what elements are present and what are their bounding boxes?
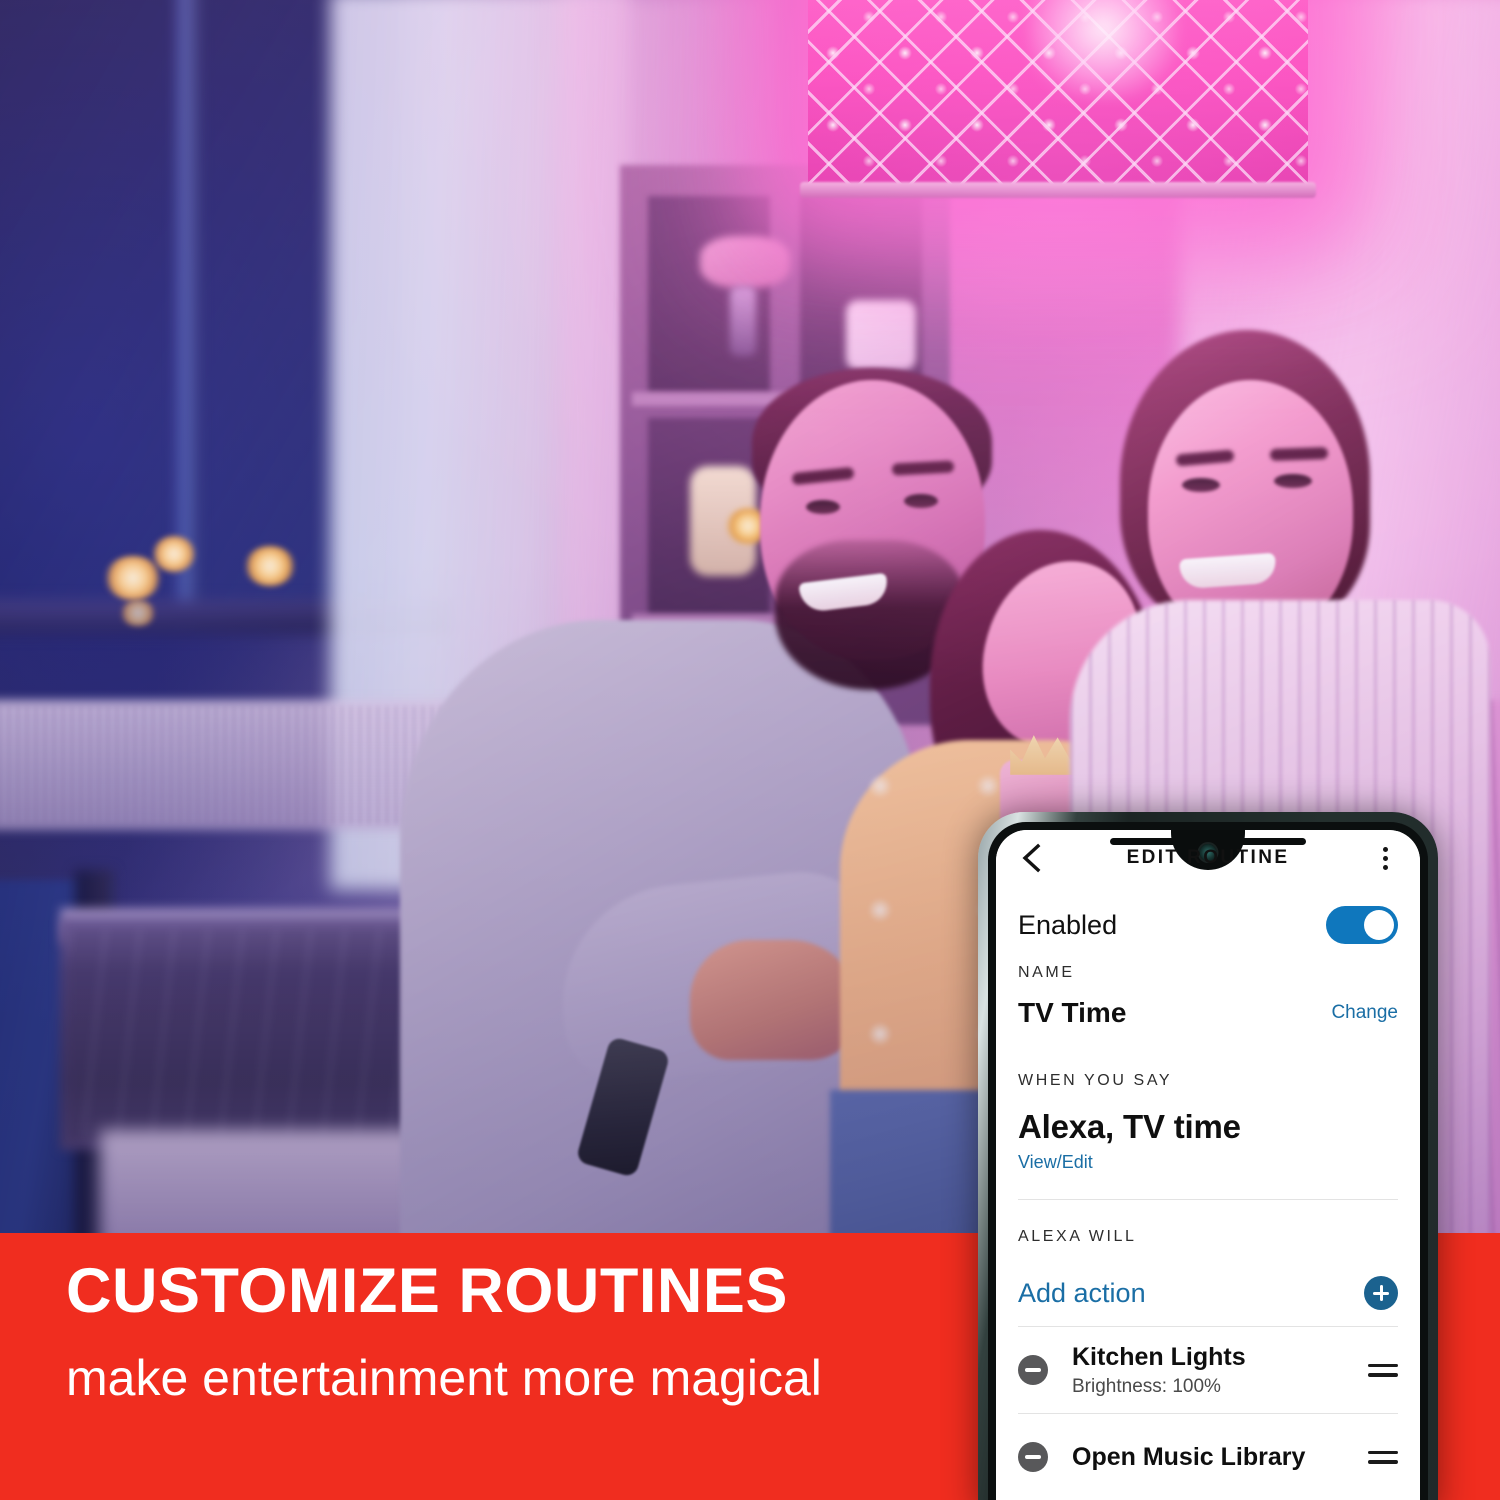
smartphone-mockup: EDIT ROUTINE Enabled NAME TV Time Change [978,812,1438,1500]
routine-name-value: TV Time [1018,997,1127,1028]
shelf-object [700,236,790,288]
enabled-toggle[interactable] [1326,906,1398,944]
promo-headline: CUSTOMIZE ROUTINES [66,1256,788,1326]
window-mullion [175,0,201,620]
actions-section-header: ALEXA WILL [1018,1228,1137,1245]
enabled-label: Enabled [1018,909,1118,940]
name-section-header: NAME [1018,964,1075,981]
kebab-dot [1382,846,1388,852]
drag-handle-icon[interactable] [1368,1363,1398,1377]
action-row[interactable]: Kitchen Lights Brightness: 100% [996,1327,1420,1413]
action-title: Open Music Library [1072,1442,1306,1471]
chandelier-rim [800,182,1316,198]
add-action-row[interactable]: Add action [996,1260,1420,1326]
grip-line [1368,1450,1398,1454]
minus-circle-icon[interactable] [1018,1355,1048,1385]
shelf-object [730,286,756,356]
action-row[interactable]: Open Music Library [996,1414,1420,1500]
action-subtitle: Brightness: 100% [1072,1375,1221,1397]
enabled-row[interactable]: Enabled [996,886,1420,964]
radiator-fins [0,706,460,824]
kebab-dot [1382,855,1388,861]
shelf-object [846,300,916,370]
grip-line [1368,1373,1398,1377]
chandelier-shade [808,0,1308,196]
candle-flame [120,600,156,626]
candle-flame [152,536,196,572]
man-hand [690,940,860,1060]
name-row[interactable]: TV Time Change [996,982,1420,1044]
man-eye [904,494,938,508]
action-title: Kitchen Lights [1072,1342,1246,1371]
promo-banner-text: CUSTOMIZE ROUTINES make entertainment mo… [66,1259,966,1407]
chandelier-hotspot [1028,0,1178,99]
action-text: Open Music Library [1072,1443,1368,1472]
chevron-left-icon[interactable] [1016,843,1046,873]
candle-flame [244,546,296,586]
man-eye [806,500,840,514]
trigger-phrase: Alexa, TV time [1018,1108,1241,1145]
woman-eyebrow [1269,446,1329,462]
promo-subline: make entertainment more magical [66,1350,822,1407]
page-title: EDIT ROUTINE [1126,847,1290,868]
phone-screen: EDIT ROUTINE Enabled NAME TV Time Change [996,830,1420,1500]
minus-circle-icon[interactable] [1018,1442,1048,1472]
kebab-dot [1382,864,1388,870]
trigger-section-header: WHEN YOU SAY [1018,1072,1173,1089]
divider [1018,1199,1398,1200]
kebab-menu-icon[interactable] [1370,843,1400,873]
change-name-link[interactable]: Change [1331,1002,1398,1024]
action-text: Kitchen Lights Brightness: 100% [1072,1343,1368,1398]
grip-line [1368,1460,1398,1464]
toggle-knob [1364,910,1394,940]
crystal-chandelier [800,0,1316,198]
add-action-label: Add action [1018,1277,1146,1308]
promo-image: CUSTOMIZE ROUTINES make entertainment mo… [0,0,1500,1500]
app-bar: EDIT ROUTINE [996,830,1420,886]
drag-handle-icon[interactable] [1368,1450,1398,1464]
woman-eye [1274,474,1312,488]
candle-flame [104,556,162,600]
view-edit-link[interactable]: View/Edit [1018,1152,1398,1173]
plus-circle-icon[interactable] [1364,1276,1398,1310]
grip-line [1368,1363,1398,1367]
trigger-block: Alexa, TV time View/Edit [996,1108,1420,1173]
woman-eye [1182,478,1220,492]
